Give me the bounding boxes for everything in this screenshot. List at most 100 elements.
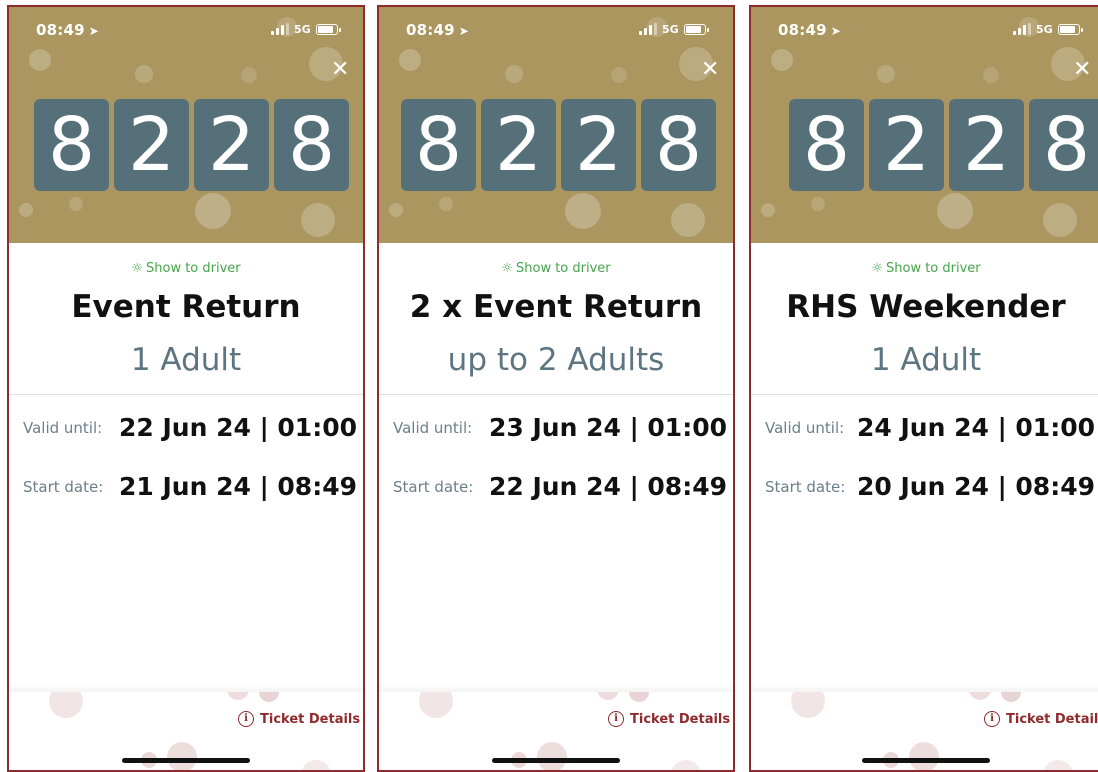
start-date-value: 22 Jun 24 | 08:49 bbox=[488, 472, 727, 501]
decor-bubble bbox=[167, 742, 197, 770]
lightbulb-icon: ☼ bbox=[871, 261, 883, 276]
status-bar: 08:49 ➤ 5G bbox=[751, 7, 1098, 47]
decor-bubble bbox=[791, 692, 825, 718]
home-indicator bbox=[492, 758, 620, 763]
network-type: 5G bbox=[662, 23, 679, 36]
decor-bubble bbox=[565, 193, 601, 229]
valid-until-label: Valid until: bbox=[393, 418, 473, 437]
decor-bubble bbox=[1001, 692, 1021, 702]
status-icons: 5G bbox=[1013, 23, 1083, 36]
signal-icon bbox=[1013, 23, 1031, 35]
decor-bubble bbox=[771, 49, 793, 71]
ticket-header: 08:49 ➤ 5G ✕ 8 2 2 8 bbox=[379, 7, 733, 243]
valid-until-row: Valid until: 24 Jun 24 | 01:00 bbox=[765, 413, 1095, 442]
divider bbox=[751, 394, 1098, 395]
passenger-count: up to 2 Adults bbox=[447, 342, 665, 378]
start-date-row: Start date: 22 Jun 24 | 08:49 bbox=[393, 472, 727, 501]
decor-bubble bbox=[811, 197, 825, 211]
decor-bubble bbox=[301, 760, 331, 770]
ticket-name: RHS Weekender bbox=[786, 289, 1066, 325]
verification-code: 8 2 2 8 bbox=[789, 99, 1098, 191]
ticket-screen: 08:49 ➤ 5G ✕ 8 2 2 8 ☼ Show to driver RHS … bbox=[749, 5, 1098, 772]
decor-bubble bbox=[597, 692, 619, 700]
verification-code: 8 2 2 8 bbox=[401, 99, 716, 191]
start-date-value: 20 Jun 24 | 08:49 bbox=[856, 472, 1095, 501]
ticket-name: 2 x Event Return bbox=[409, 289, 703, 325]
signal-icon bbox=[639, 23, 657, 35]
divider bbox=[379, 394, 733, 395]
valid-until-row: Valid until: 23 Jun 24 | 01:00 bbox=[393, 413, 727, 442]
decor-bubble bbox=[195, 193, 231, 229]
code-digit: 8 bbox=[34, 99, 109, 191]
ticket-header: 08:49 ➤ 5G ✕ 8 2 2 8 bbox=[9, 7, 363, 243]
lightbulb-icon: ☼ bbox=[131, 261, 143, 276]
show-to-driver-hint: ☼ Show to driver bbox=[871, 261, 981, 276]
start-date-label: Start date: bbox=[393, 477, 474, 496]
decor-bubble bbox=[399, 49, 421, 71]
valid-until-label: Valid until: bbox=[23, 418, 103, 437]
decor-bubble bbox=[1043, 760, 1073, 770]
battery-icon bbox=[683, 24, 709, 35]
location-arrow-icon: ➤ bbox=[458, 24, 470, 38]
ticket-details-link[interactable]: i Ticket Details bbox=[238, 711, 360, 727]
ticket-screen: 08:49 ➤ 5G ✕ 8 2 2 8 ☼ Show to driver Even… bbox=[7, 5, 365, 772]
decor-bubble bbox=[909, 742, 939, 770]
code-digit: 2 bbox=[869, 99, 944, 191]
decor-bubble bbox=[259, 692, 279, 702]
decor-bubble bbox=[135, 65, 153, 83]
info-circle-icon: i bbox=[238, 711, 254, 727]
code-digit: 8 bbox=[641, 99, 716, 191]
decor-bubble bbox=[29, 49, 51, 71]
valid-until-value: 24 Jun 24 | 01:00 bbox=[856, 413, 1095, 442]
lightbulb-icon: ☼ bbox=[501, 261, 513, 276]
code-digit: 8 bbox=[1029, 99, 1098, 191]
decor-bubble bbox=[241, 67, 257, 83]
passenger-count: 1 Adult bbox=[130, 342, 242, 378]
code-digit: 2 bbox=[949, 99, 1024, 191]
info-circle-icon: i bbox=[984, 711, 1000, 727]
ticket-screenshots: 08:49 ➤ 5G ✕ 8 2 2 8 ☼ Show to driver Even… bbox=[0, 0, 1098, 772]
close-icon[interactable]: ✕ bbox=[331, 59, 349, 81]
decor-bubble bbox=[69, 197, 83, 211]
code-digit: 2 bbox=[114, 99, 189, 191]
ticket-screen: 08:49 ➤ 5G ✕ 8 2 2 8 ☼ Show to driver 2 x … bbox=[377, 5, 735, 772]
code-digit: 2 bbox=[481, 99, 556, 191]
signal-icon bbox=[271, 23, 289, 35]
close-icon[interactable]: ✕ bbox=[1073, 59, 1091, 81]
decor-bubble bbox=[389, 203, 403, 217]
start-date-row: Start date: 21 Jun 24 | 08:49 bbox=[23, 472, 357, 501]
battery-icon bbox=[315, 24, 341, 35]
valid-until-value: 22 Jun 24 | 01:00 bbox=[118, 413, 357, 442]
decor-bubble bbox=[537, 742, 567, 770]
decor-bubble bbox=[49, 692, 83, 718]
status-icons: 5G bbox=[639, 23, 709, 36]
ticket-body: ☼ Show to driver RHS Weekender 1 Adult Va… bbox=[751, 243, 1098, 770]
decor-bubble bbox=[505, 65, 523, 83]
start-date-value: 21 Jun 24 | 08:49 bbox=[118, 472, 357, 501]
home-indicator bbox=[122, 758, 250, 763]
divider bbox=[9, 394, 363, 395]
decor-bubble bbox=[439, 197, 453, 211]
code-digit: 8 bbox=[789, 99, 864, 191]
status-bar: 08:49 ➤ 5G bbox=[9, 7, 363, 47]
status-time: 08:49 ➤ bbox=[36, 21, 100, 39]
status-time: 08:49 ➤ bbox=[778, 21, 842, 39]
valid-until-label: Valid until: bbox=[765, 418, 845, 437]
decor-bubble bbox=[761, 203, 775, 217]
network-type: 5G bbox=[294, 23, 311, 36]
ticket-body: ☼ Show to driver 2 x Event Return up to 2… bbox=[379, 243, 733, 770]
decor-bubble bbox=[671, 760, 701, 770]
close-icon[interactable]: ✕ bbox=[701, 59, 719, 81]
ticket-details-link[interactable]: i Ticket Details bbox=[984, 711, 1098, 727]
ticket-body: ☼ Show to driver Event Return 1 Adult Val… bbox=[9, 243, 363, 770]
decor-bubble bbox=[611, 67, 627, 83]
ticket-details-link[interactable]: i Ticket Details bbox=[608, 711, 730, 727]
decor-bubble bbox=[419, 692, 453, 718]
code-digit: 8 bbox=[401, 99, 476, 191]
start-date-row: Start date: 20 Jun 24 | 08:49 bbox=[765, 472, 1095, 501]
code-digit: 8 bbox=[274, 99, 349, 191]
network-type: 5G bbox=[1036, 23, 1053, 36]
status-icons: 5G bbox=[271, 23, 341, 36]
passenger-count: 1 Adult bbox=[870, 342, 982, 378]
home-indicator bbox=[862, 758, 990, 763]
